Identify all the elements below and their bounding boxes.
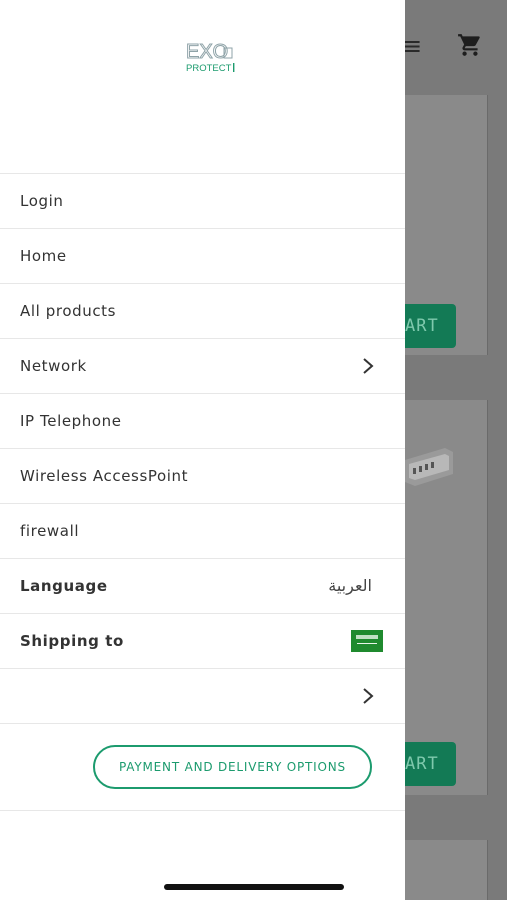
drawer-menu: Login Home All products Network IP Telep… (0, 173, 405, 724)
menu-item-label: firewall (20, 522, 80, 540)
menu-item-firewall[interactable]: firewall (0, 504, 405, 559)
home-indicator[interactable] (164, 884, 344, 890)
svg-text:PROTECT: PROTECT (186, 63, 232, 74)
shopping-cart-icon[interactable] (456, 32, 484, 58)
product-image (405, 448, 453, 486)
menu-item-empty[interactable] (0, 669, 405, 724)
chevron-right-icon (363, 358, 374, 374)
menu-item-label: All products (20, 302, 117, 320)
menu-item-ip-telephone[interactable]: IP Telephone (0, 394, 405, 449)
menu-item-label: IP Telephone (20, 412, 122, 430)
payment-delivery-options-button[interactable]: PAYMENT AND DELIVERY OPTIONS (93, 745, 372, 789)
language-selector[interactable]: Language العربية (0, 559, 405, 614)
side-drawer: EXO PROTECT Login Home All products Netw… (0, 0, 405, 900)
menu-item-network[interactable]: Network (0, 339, 405, 394)
svg-text:EXO: EXO (186, 41, 228, 63)
product-card[interactable] (405, 840, 488, 900)
exoprotect-logo: EXO PROTECT (186, 41, 235, 74)
shipping-selector[interactable]: Shipping to (0, 614, 405, 669)
menu-item-home[interactable]: Home (0, 229, 405, 284)
add-to-cart-button[interactable]: ART (405, 742, 456, 786)
hamburger-menu-icon[interactable]: ≡ (402, 34, 422, 58)
menu-item-label: Network (20, 357, 87, 375)
payment-section: PAYMENT AND DELIVERY OPTIONS (0, 727, 405, 811)
shipping-label: Shipping to (20, 632, 124, 650)
language-value: العربية (328, 576, 372, 595)
add-to-cart-button[interactable]: ART (405, 304, 456, 348)
menu-item-login[interactable]: Login (0, 174, 405, 229)
menu-item-wireless-accesspoint[interactable]: Wireless AccessPoint (0, 449, 405, 504)
language-label: Language (20, 577, 108, 595)
menu-item-label: Wireless AccessPoint (20, 467, 189, 485)
menu-item-all-products[interactable]: All products (0, 284, 405, 339)
chevron-right-icon (363, 688, 374, 704)
menu-item-label: Home (20, 247, 67, 265)
saudi-arabia-flag-icon (351, 630, 383, 652)
menu-item-label: Login (20, 192, 64, 210)
